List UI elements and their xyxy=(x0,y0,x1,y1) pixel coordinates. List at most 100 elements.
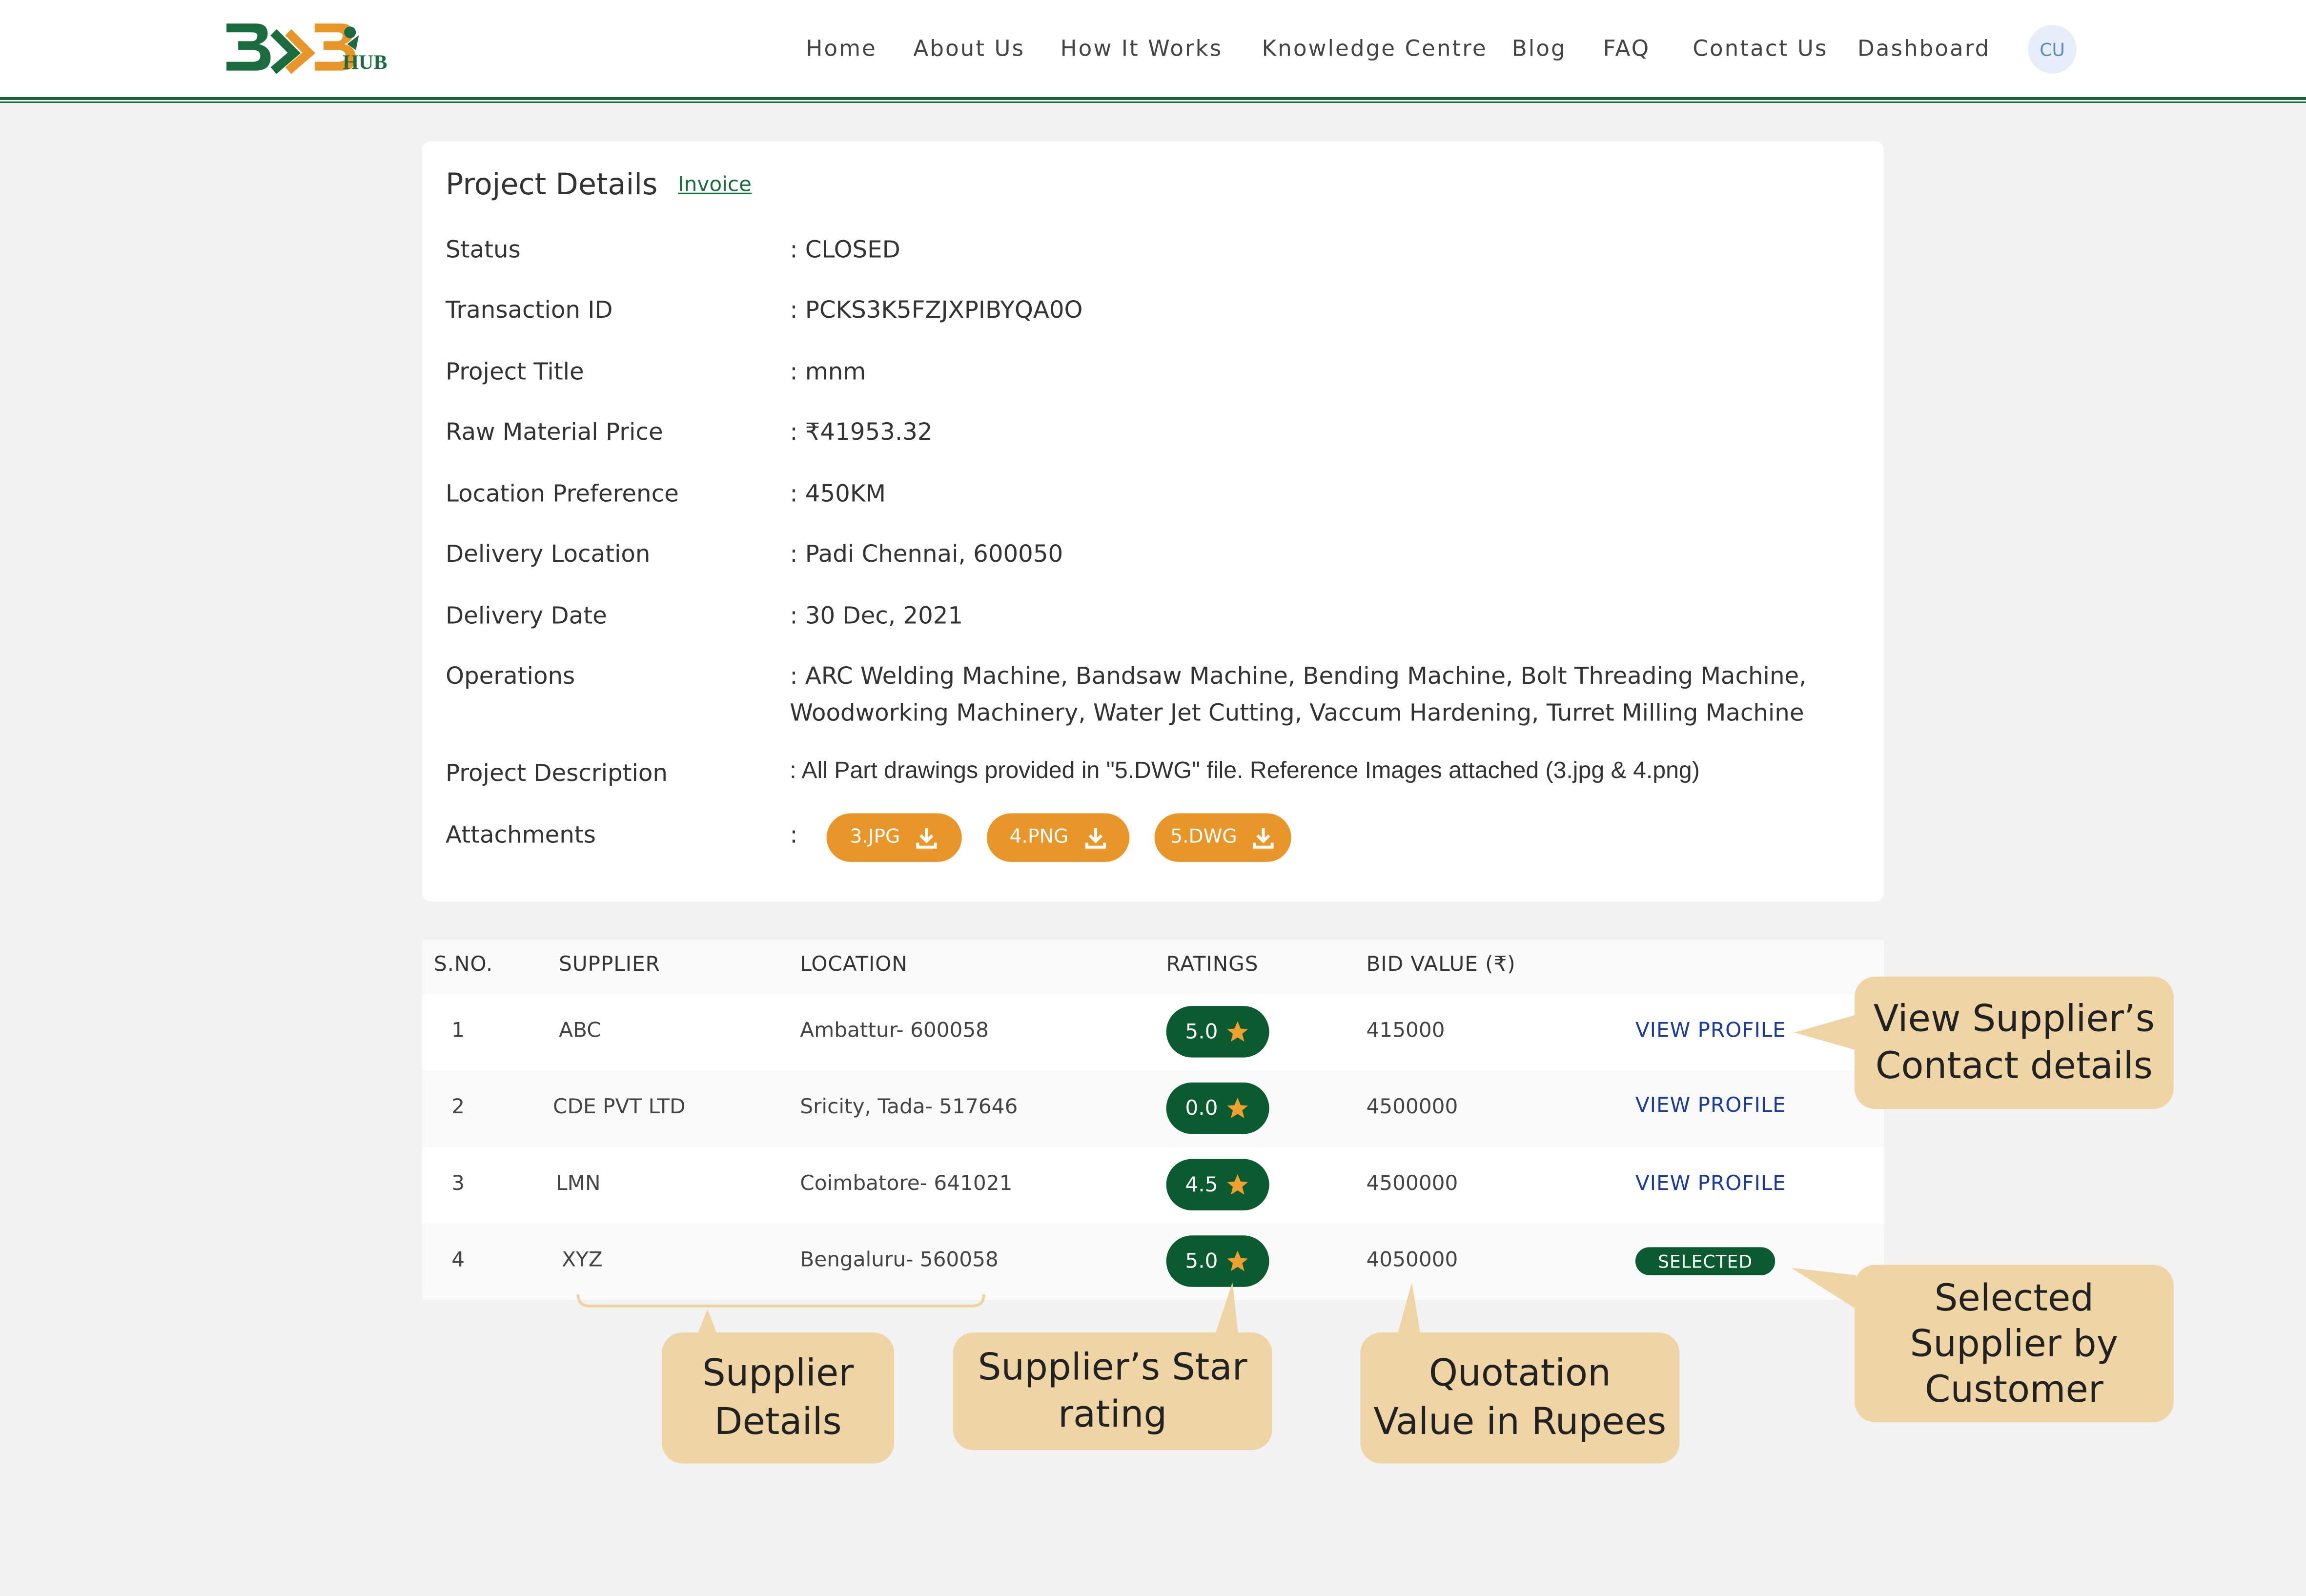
rating-value: 5.0 xyxy=(1185,1020,1218,1044)
callout-line: Supplier by xyxy=(1910,1322,2119,1365)
invoice-link[interactable]: Invoice xyxy=(678,174,752,197)
delivery-location-label: Delivery Location xyxy=(446,539,651,568)
status-value: : CLOSED xyxy=(790,235,900,264)
attachments-colon: : xyxy=(790,820,798,849)
attachment-filename: 3.JPG xyxy=(850,826,900,849)
row-sno: 4 xyxy=(451,1248,465,1272)
logo-wordmark: HUB xyxy=(343,53,388,75)
row-supplier: LMN xyxy=(556,1172,601,1196)
status-label: Status xyxy=(446,235,521,264)
nav-about-us[interactable]: About Us xyxy=(913,35,1025,61)
rating-value: 0.0 xyxy=(1185,1096,1218,1120)
attachment-filename: 4.PNG xyxy=(1009,826,1069,849)
nav-how-it-works[interactable]: How It Works xyxy=(1061,35,1223,61)
callout-view-profile: View Supplier’s Contact details xyxy=(1854,976,2174,1109)
nav-knowledge-centre[interactable]: Knowledge Centre xyxy=(1262,35,1487,61)
attachment-download-button[interactable]: 4.PNG xyxy=(986,813,1130,862)
row-location: Sricity, Tada- 517646 xyxy=(800,1095,1018,1120)
attachment-filename: 5.DWG xyxy=(1170,826,1237,849)
attachment-download-button[interactable]: 5.DWG xyxy=(1154,813,1291,862)
user-avatar[interactable]: CU xyxy=(2028,25,2077,74)
callout-line: Customer xyxy=(1924,1368,2103,1411)
callout-line: Selected xyxy=(1934,1276,2094,1319)
download-icon xyxy=(1084,827,1105,848)
raw-material-price-label: Raw Material Price xyxy=(446,417,663,446)
view-profile-link[interactable]: VIEW PROFILE xyxy=(1635,1019,1786,1043)
callout-line: rating xyxy=(1058,1392,1167,1436)
callout-line: Contact details xyxy=(1875,1044,2153,1087)
header-divider xyxy=(0,97,2306,100)
nav-contact-us[interactable]: Contact Us xyxy=(1693,35,1828,61)
location-preference-label: Location Preference xyxy=(446,479,679,508)
header-divider-thin xyxy=(0,101,2306,103)
rating-badge: 5.0 xyxy=(1166,1235,1269,1287)
rating-badge: 4.5 xyxy=(1166,1159,1269,1211)
callout-line: Details xyxy=(714,1399,842,1442)
operations-value: : ARC Welding Machine, Bandsaw Machine, … xyxy=(790,662,1807,690)
callout-star-rating: Supplier’s Star rating xyxy=(953,1332,1272,1451)
attachment-download-button[interactable]: 3.JPG xyxy=(826,813,962,862)
rating-value: 4.5 xyxy=(1185,1173,1218,1197)
column-header-location: LOCATION xyxy=(800,953,908,977)
delivery-location-value: : Padi Chennai, 600050 xyxy=(790,539,1063,568)
row-location: Ambattur- 600058 xyxy=(800,1019,989,1043)
callout-line: Supplier’s Star xyxy=(978,1345,1247,1388)
column-header-ratings: RATINGS xyxy=(1166,953,1259,977)
view-profile-link[interactable]: VIEW PROFILE xyxy=(1635,1172,1786,1196)
column-header-sno: S.NO. xyxy=(433,953,493,977)
row-bid-value: 415000 xyxy=(1366,1019,1445,1043)
rating-badge: 0.0 xyxy=(1166,1082,1269,1134)
callout-quotation-value: Quotation Value in Rupees xyxy=(1360,1332,1680,1464)
download-icon xyxy=(916,827,937,848)
download-icon xyxy=(1253,827,1274,848)
page-title: Project Details xyxy=(446,166,658,202)
project-details-card xyxy=(422,141,1884,902)
delivery-date-value: : 30 Dec, 2021 xyxy=(790,601,963,630)
attachments-label: Attachments xyxy=(446,820,596,849)
row-location: Coimbatore- 641021 xyxy=(800,1172,1013,1196)
nav-faq[interactable]: FAQ xyxy=(1603,35,1651,61)
callout-line: Supplier xyxy=(702,1351,854,1394)
star-icon xyxy=(1227,1098,1248,1118)
callout-selected-supplier: Selected Supplier by Customer xyxy=(1854,1265,2174,1422)
callout-line: View Supplier’s xyxy=(1873,996,2155,1039)
row-bid-value: 4500000 xyxy=(1366,1095,1458,1120)
row-supplier: XYZ xyxy=(562,1248,603,1272)
star-icon xyxy=(1227,1250,1248,1271)
row-supplier: ABC xyxy=(559,1019,601,1043)
column-header-bid-value: BID VALUE (₹) xyxy=(1366,953,1516,977)
rating-value: 5.0 xyxy=(1185,1249,1218,1273)
operations-value-line2: Woodworking Machinery, Water Jet Cutting… xyxy=(790,698,1804,727)
operations-label: Operations xyxy=(446,662,575,690)
raw-material-price-value: : ₹41953.32 xyxy=(790,417,933,446)
nav-dashboard[interactable]: Dashboard xyxy=(1857,35,1990,61)
transaction-id-label: Transaction ID xyxy=(446,295,613,324)
nav-home[interactable]: Home xyxy=(806,35,877,61)
project-description-value: : All Part drawings provided in "5.DWG" … xyxy=(790,758,1700,784)
view-profile-link[interactable]: VIEW PROFILE xyxy=(1635,1094,1786,1118)
b2b-hub-logo[interactable]: HUB xyxy=(224,18,408,80)
project-title-label: Project Title xyxy=(446,357,584,386)
location-preference-value: : 450KM xyxy=(790,479,886,508)
row-supplier: CDE PVT LTD xyxy=(553,1095,686,1120)
star-icon xyxy=(1227,1174,1248,1195)
callout-line: Value in Rupees xyxy=(1373,1399,1667,1442)
row-sno: 1 xyxy=(451,1019,465,1043)
callout-line: Quotation xyxy=(1428,1351,1611,1394)
rating-badge: 5.0 xyxy=(1166,1006,1269,1058)
column-header-supplier: SUPPLIER xyxy=(559,953,660,977)
project-description-label: Project Description xyxy=(446,758,668,787)
selected-badge: SELECTED xyxy=(1635,1247,1775,1275)
row-location: Bengaluru- 560058 xyxy=(800,1248,999,1272)
row-sno: 2 xyxy=(451,1095,465,1120)
project-title-value: : mnm xyxy=(790,357,866,386)
star-icon xyxy=(1227,1021,1248,1042)
row-bid-value: 4500000 xyxy=(1366,1172,1458,1196)
callout-supplier-details: Supplier Details xyxy=(662,1332,895,1464)
callout-pointer xyxy=(697,1309,718,1336)
nav-blog[interactable]: Blog xyxy=(1512,35,1567,61)
delivery-date-label: Delivery Date xyxy=(446,601,607,630)
row-sno: 3 xyxy=(451,1172,465,1196)
row-bid-value: 4050000 xyxy=(1366,1248,1458,1272)
transaction-id-value: : PCKS3K5FZJXPIBYQA0O xyxy=(790,295,1083,324)
